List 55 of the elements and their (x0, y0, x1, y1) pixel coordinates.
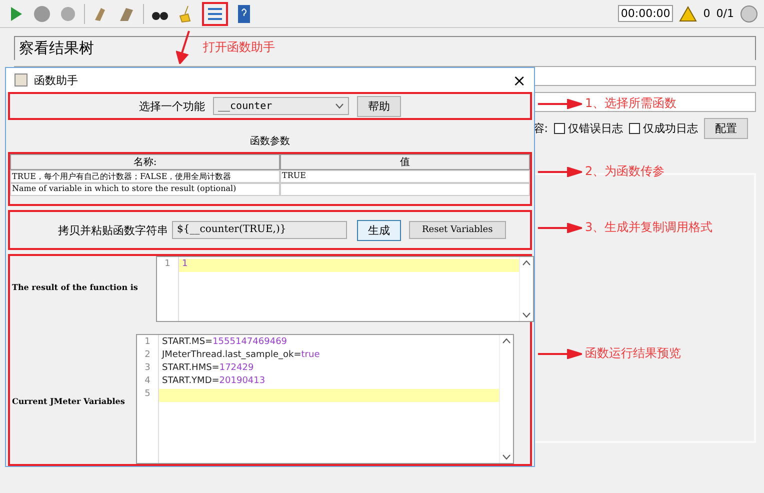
line-number: 5 (144, 389, 152, 401)
code-line: START.MS=1555147469469 (161, 337, 288, 349)
annotation-text: 打开函数助手 (203, 39, 275, 56)
generate-button[interactable]: 生成 (357, 220, 401, 240)
scroll-up-icon[interactable] (522, 260, 531, 266)
stop-icon[interactable] (32, 4, 52, 24)
result-editor[interactable]: 1 1 (156, 256, 534, 322)
reset-variables-button[interactable]: Reset Variables (409, 221, 506, 239)
result-label: The result of the function is (12, 282, 138, 292)
function-string-field[interactable]: ${__counter(TRUE,)} (172, 221, 347, 239)
code-line: JMeterThread.last_sample_ok=true (160, 350, 321, 362)
caret-icon (335, 103, 344, 109)
table-cell: TRUE，每个用户有自己的计数器；FALSE，使用全局计数器 (10, 170, 280, 183)
arrow-icon (538, 349, 582, 359)
table-cell: Name of variable in which to store the result (optional) (10, 183, 280, 196)
arrow-icon (538, 167, 582, 177)
scroll-up-icon[interactable] (502, 338, 511, 344)
arrow-icon (538, 99, 582, 109)
copy-label: 拷贝并粘贴函数字符串 (58, 222, 168, 238)
code-line: START.HMS=172429 (161, 363, 255, 375)
log-checkbox[interactable]: 仅错误日志 (554, 121, 623, 136)
annotation-text: 1、选择所需函数 (585, 95, 677, 112)
dialog-title: 函数助手 (34, 72, 79, 88)
thread-count: 0/1 (716, 7, 734, 20)
arrow-icon (176, 30, 192, 64)
function-dropdown[interactable]: __counter (213, 97, 349, 115)
column-header: 值 (280, 154, 530, 170)
config-button[interactable]: 配置 (704, 118, 748, 139)
close-button[interactable]: × (512, 70, 526, 90)
table-cell[interactable] (280, 183, 530, 196)
arrow-icon (538, 223, 582, 233)
variables-editor[interactable]: 1 2 3 4 5 START.MS=1555147469469 JMeterThread.last_sample_ok=true START.HMS=172429 START.YMD=20190413 (136, 334, 514, 464)
status-icon (740, 4, 758, 22)
annotation-text: 函数运行结果预览 (585, 345, 681, 362)
line-number: 3 (144, 363, 152, 375)
line-number: 2 (144, 350, 152, 362)
variables-label: Current JMeter Variables (12, 396, 125, 406)
params-title: 函数参数 (249, 134, 291, 149)
line-number: 1 (144, 337, 152, 349)
help-button[interactable]: 帮助 (357, 96, 401, 116)
scroll-down-icon[interactable] (502, 454, 511, 460)
java-icon (14, 73, 28, 87)
line-number: 1 (164, 259, 172, 271)
code-line: START.YMD=20190413 (161, 376, 266, 388)
annotation-text: 2、为函数传参 (585, 163, 665, 180)
scroll-down-icon[interactable] (522, 312, 531, 318)
warning-count: 0 (703, 7, 710, 20)
line-number: 4 (144, 376, 152, 388)
function-label: 选择一个功能 (139, 98, 205, 114)
elapsed-time: 00:00:00 (618, 5, 674, 22)
table-cell[interactable]: TRUE (280, 170, 530, 183)
annotation-text: 3、生成并复制调用格式 (585, 219, 713, 236)
log-checkbox[interactable]: 仅成功日志 (629, 121, 698, 136)
column-header: 名称: (10, 154, 280, 170)
warning-icon[interactable] (679, 6, 698, 22)
